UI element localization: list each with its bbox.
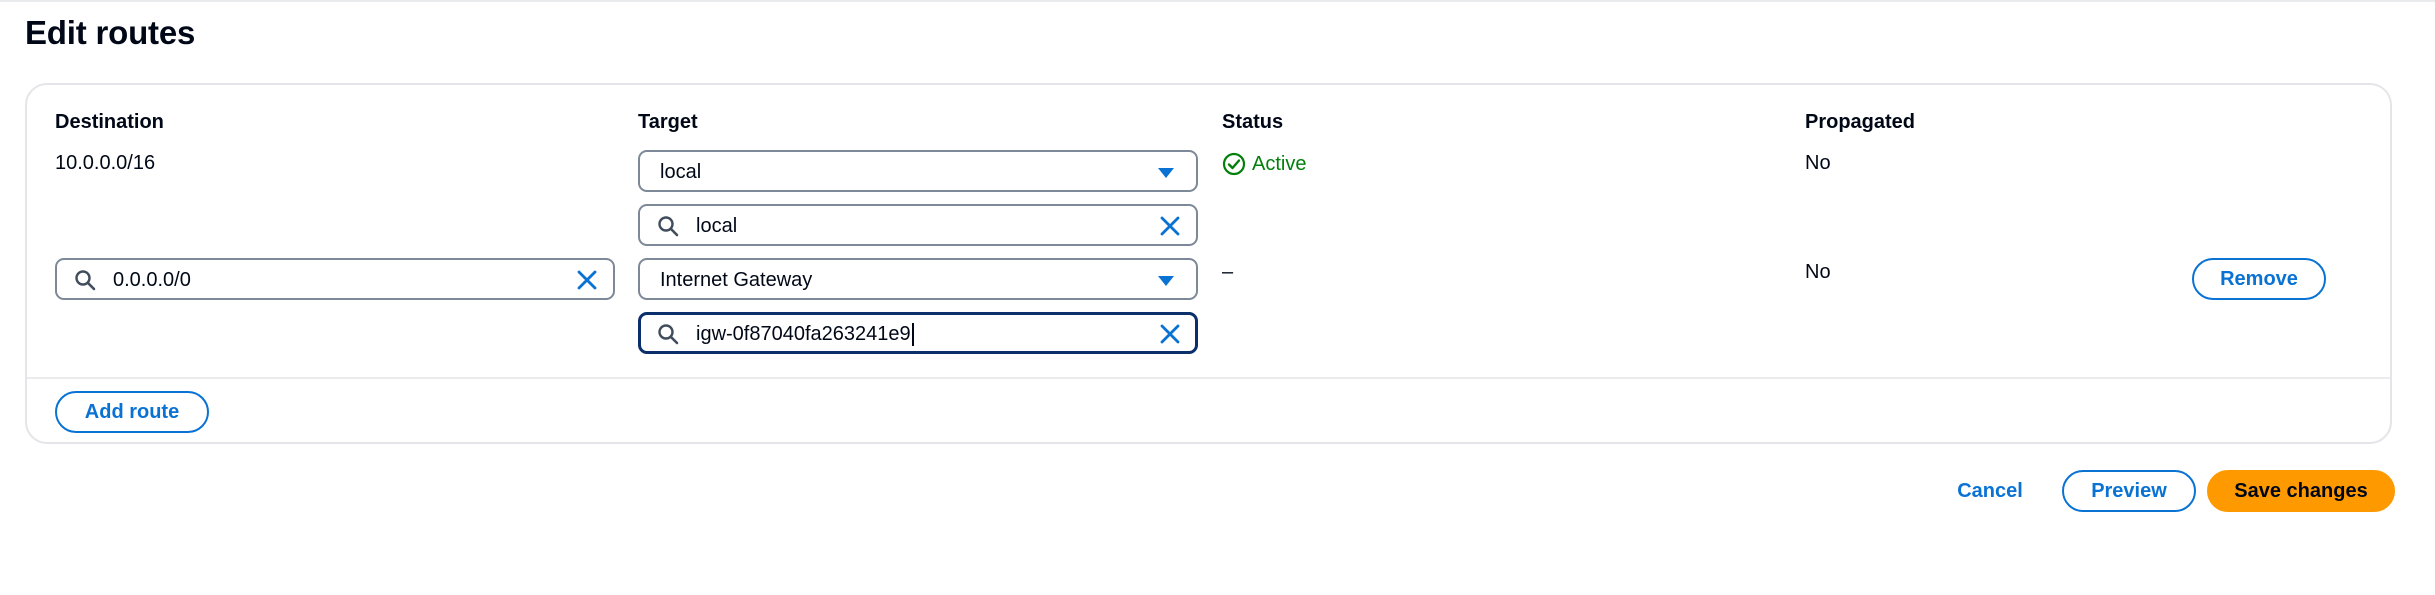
search-icon [658, 324, 679, 345]
preview-button[interactable]: Preview [2062, 470, 2196, 512]
save-changes-button[interactable]: Save changes [2207, 470, 2395, 512]
add-route-button[interactable]: Add route [55, 391, 209, 433]
table-footer-divider [27, 377, 2390, 379]
row1-destination: 10.0.0.0/16 [55, 152, 156, 174]
row2-destination-input[interactable]: 0.0.0.0/0 [55, 258, 615, 300]
row1-target-search-value: local [696, 215, 738, 237]
row2-propagated: No [1805, 261, 1831, 283]
top-divider [0, 0, 2435, 2]
close-icon[interactable] [1158, 322, 1182, 346]
row2-target-type-select[interactable]: Internet Gateway [638, 258, 1198, 300]
row2-target-search-value: igw-0f87040fa263241e9 [696, 323, 914, 346]
caret-down-icon [1158, 276, 1174, 286]
remove-route-button[interactable]: Remove [2192, 258, 2326, 300]
search-icon [75, 270, 96, 291]
close-icon[interactable] [575, 268, 599, 292]
row1-target-search-input[interactable]: local [638, 204, 1198, 246]
header-status: Status [1222, 111, 1284, 133]
page-title: Edit routes [25, 14, 196, 51]
row2-target-type-value: Internet Gateway [660, 269, 813, 291]
row1-propagated: No [1805, 152, 1831, 174]
row1-status-label: Active [1252, 152, 1307, 175]
row1-status: Active [1222, 152, 1306, 176]
row1-target-type-value: local [660, 161, 702, 183]
check-circle-icon [1222, 152, 1246, 176]
header-target: Target [638, 111, 698, 133]
search-icon [658, 216, 679, 237]
row1-target-type-select[interactable]: local [638, 150, 1198, 192]
header-propagated: Propagated [1805, 111, 1916, 133]
row2-target-search-input[interactable]: igw-0f87040fa263241e9 [638, 312, 1198, 354]
row2-status: – [1222, 261, 1234, 283]
caret-down-icon [1158, 168, 1174, 178]
close-icon[interactable] [1158, 214, 1182, 238]
row2-destination-value: 0.0.0.0/0 [113, 269, 191, 291]
header-destination: Destination [55, 111, 164, 133]
cancel-button[interactable]: Cancel [1945, 470, 2035, 512]
